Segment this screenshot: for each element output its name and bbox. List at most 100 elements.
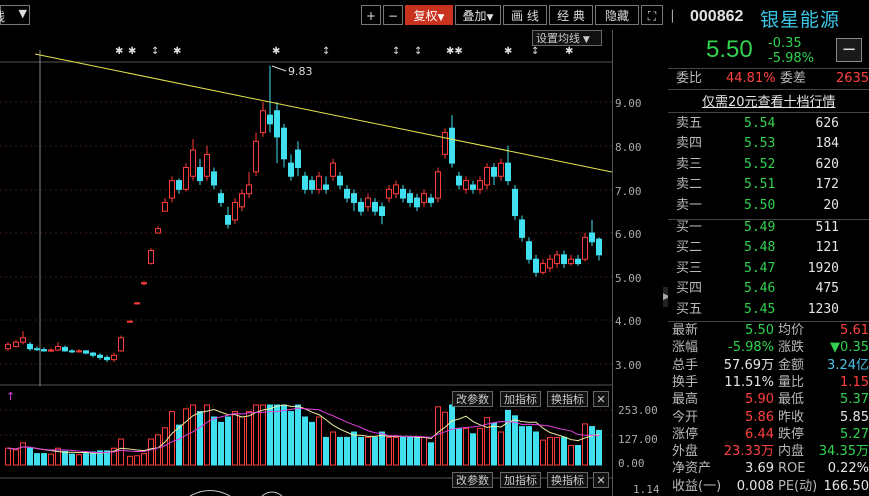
switch-indicator-button[interactable]: 换指标 (547, 472, 588, 488)
ask-row[interactable]: 卖五 5.54 626 (668, 114, 869, 134)
volume-bar (197, 411, 203, 466)
bid-row[interactable]: 买三 5.47 1920 (668, 259, 869, 279)
classic-button[interactable]: 经 典 (549, 5, 593, 25)
weibi-label: 委比 (676, 71, 703, 86)
candle-body (5, 343, 11, 350)
bid-row[interactable]: 买一 5.49 511 (668, 218, 869, 238)
volume-bar (379, 431, 385, 466)
bid-price: 5.46 (744, 281, 776, 297)
change-params-button[interactable]: 改参数 (452, 472, 493, 488)
candle-body (76, 350, 82, 353)
set-ma-button[interactable]: 设置均线 ▼ (532, 30, 602, 46)
signal-marker: ↕ (531, 46, 539, 57)
signal-marker: ↕ (151, 46, 159, 57)
bid-row[interactable]: 买五 5.45 1230 (668, 300, 869, 320)
ask-level-label: 卖四 (676, 136, 703, 152)
ask-level-label: 卖五 (676, 116, 703, 131)
stat-label: 最高 (672, 392, 699, 408)
bottom-tick-label: 1.14 (633, 483, 660, 496)
candle-body (568, 258, 574, 265)
ask-price: 5.51 (744, 177, 776, 193)
volume-bar (491, 422, 497, 466)
volume-bar (330, 431, 336, 466)
ask-volume: 626 (815, 116, 839, 131)
candle-body (295, 149, 301, 168)
zoom-out-button[interactable]: − (383, 5, 403, 25)
ask-row[interactable]: 卖二 5.51 172 (668, 175, 869, 195)
fullscreen-icon[interactable]: ⛶ (641, 5, 663, 25)
stat-label: 内盘 (778, 444, 805, 460)
zoom-in-button[interactable]: + (361, 5, 381, 25)
volume-bar (225, 416, 231, 466)
add-indicator-button[interactable]: 加指标 (500, 472, 541, 488)
candle-body (197, 167, 203, 182)
close-indicator-icon[interactable]: ✕ (593, 472, 609, 488)
hide-button[interactable]: 隐藏 (595, 5, 639, 25)
chevron-down-icon: ▼ (437, 13, 445, 23)
collapse-quote-button[interactable]: − (836, 38, 862, 62)
candle-body (162, 201, 168, 212)
candle-body (13, 341, 19, 348)
bid-price: 5.47 (744, 260, 776, 276)
period-selector[interactable]: 日线 ▼ (0, 5, 30, 25)
volume-bar (526, 426, 532, 466)
candle-body (449, 127, 455, 164)
volume-bar (589, 426, 595, 466)
ask-row[interactable]: 卖三 5.52 620 (668, 155, 869, 175)
candle-body (526, 241, 532, 260)
volume-bar (372, 436, 378, 466)
y-tick-label: 4.00 (615, 315, 642, 328)
stat-row: 换手 11.51% 量比 1.15 (668, 374, 869, 391)
volume-bar (554, 436, 560, 466)
change-params-button[interactable]: 改参数 (452, 391, 493, 407)
stock-code: 000862 (690, 8, 744, 25)
volume-bar (414, 436, 420, 466)
volume-bar (435, 406, 441, 466)
kline-chart: ✱ ✱ ↕ ✱ ✱ ↕ ↕ ↕ ✱✱ ✱ ↕ ✱ ↑ (0, 46, 612, 496)
candle-body (589, 232, 595, 243)
kline-chart-area[interactable]: ✱ ✱ ↕ ✱ ✱ ↕ ↕ ↕ ✱✱ ✱ ↕ ✱ ↑ 设置均线 ▼ 9.83 改参数 加指标 换指标 … (0, 30, 613, 496)
stat-label: 最新 (672, 323, 699, 338)
ask-price: 5.52 (744, 156, 776, 172)
fuquan-label: 复权 (413, 9, 438, 23)
bid-price: 5.48 (744, 240, 776, 256)
vol-tick-label: 253.00 (618, 404, 658, 417)
switch-indicator-button[interactable]: 换指标 (547, 391, 588, 407)
ask-volume: 620 (815, 156, 839, 172)
overlay-label: 叠加 (462, 9, 487, 23)
weicha-value: 2635 (836, 71, 869, 86)
candle-body (344, 188, 350, 199)
fuquan-button[interactable]: 复权▼ (405, 5, 453, 25)
volume-bar (20, 442, 26, 466)
candle-body (561, 254, 567, 265)
bid-volume: 511 (815, 220, 839, 235)
signal-marker: ✱ (173, 46, 181, 57)
close-indicator-icon[interactable]: ✕ (593, 391, 609, 407)
level2-promo-link[interactable]: 仅需20元查看十档行情 (702, 91, 836, 110)
candle-body (414, 197, 420, 208)
ask-row[interactable]: 卖四 5.53 184 (668, 134, 869, 154)
volume-bar (204, 404, 210, 466)
bid-row[interactable]: 买二 5.48 121 (668, 238, 869, 258)
candle-body (83, 350, 89, 354)
candle-body (365, 197, 371, 208)
stat-value: 0.22% (827, 461, 869, 477)
ask-row[interactable]: 卖一 5.50 20 (668, 196, 869, 216)
stat-label: 均价 (778, 323, 805, 338)
volume-bar (83, 453, 89, 466)
stat-value: -5.98% (728, 340, 774, 356)
y-tick-label: 8.00 (615, 141, 642, 154)
bid-row[interactable]: 买四 5.46 475 (668, 279, 869, 299)
stat-value: ▼0.35 (830, 340, 869, 356)
stat-value: 34.35万 (818, 444, 869, 460)
overlay-button[interactable]: 叠加▼ (455, 5, 501, 25)
volume-bar (141, 453, 147, 466)
stat-label: 今开 (672, 409, 699, 425)
volume-bar (470, 433, 476, 466)
add-indicator-button[interactable]: 加指标 (500, 391, 541, 407)
volume-bar (302, 416, 308, 466)
stat-label: ROE (778, 461, 806, 477)
volume-bar (540, 439, 546, 466)
price-change: -0.35 (768, 36, 802, 51)
draw-line-button[interactable]: 画 线 (503, 5, 547, 25)
